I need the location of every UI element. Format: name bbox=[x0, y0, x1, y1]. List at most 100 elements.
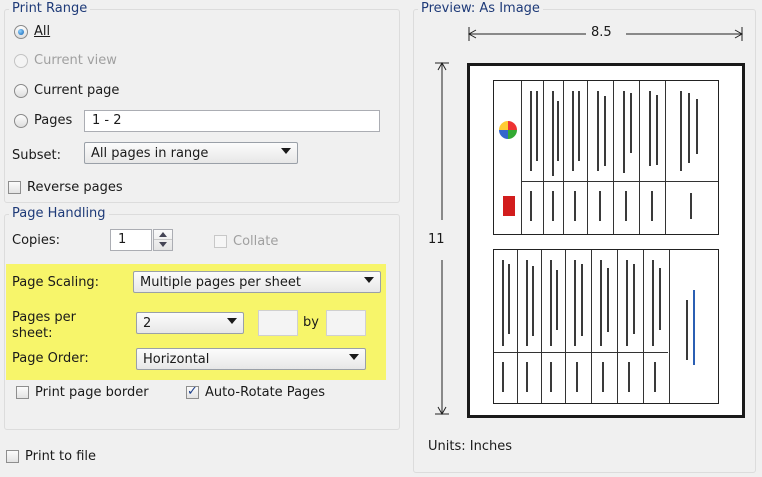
width-label: 8.5 bbox=[591, 25, 612, 40]
preview-text-line bbox=[602, 362, 604, 392]
auto-rotate-checkbox[interactable]: Auto-Rotate Pages bbox=[186, 384, 326, 400]
preview-text-line bbox=[502, 260, 504, 346]
radio-current-page[interactable]: Current page bbox=[14, 83, 119, 98]
preview-text-line bbox=[599, 191, 601, 221]
preview-col bbox=[644, 250, 670, 403]
preview-col bbox=[564, 81, 588, 234]
page-scaling-value: Multiple pages per sheet bbox=[140, 274, 301, 290]
preview-col bbox=[614, 81, 640, 234]
reports-logo-icon bbox=[499, 121, 517, 139]
preview-sheet bbox=[467, 63, 745, 418]
preview-text-line bbox=[656, 95, 658, 165]
copies-stepper[interactable] bbox=[153, 229, 173, 251]
collate-box bbox=[214, 235, 227, 248]
page-order-label: Page Order: bbox=[12, 351, 89, 366]
preview-text-line bbox=[552, 191, 554, 221]
print-to-file-label: Print to file bbox=[25, 449, 97, 464]
pages-per-sheet-label: Pages per sheet: bbox=[12, 310, 76, 341]
stepper-down-icon[interactable] bbox=[154, 240, 172, 250]
pages-per-sheet-custom-y bbox=[326, 310, 366, 336]
chevron-down-icon bbox=[349, 354, 359, 360]
preview-text-line bbox=[633, 264, 635, 334]
print-to-file-box[interactable] bbox=[6, 450, 19, 463]
radio-current-view-label: Current view bbox=[34, 53, 117, 68]
preview-col bbox=[588, 81, 614, 234]
preview-col bbox=[592, 250, 618, 403]
stepper-up-icon[interactable] bbox=[154, 230, 172, 240]
reverse-pages-label: Reverse pages bbox=[27, 180, 123, 195]
units-label: Units: Inches bbox=[428, 439, 512, 454]
collate-checkbox: Collate bbox=[214, 234, 278, 249]
radio-all-label: All bbox=[34, 24, 51, 39]
radio-current-view-button bbox=[14, 53, 28, 68]
width-dimension-arrow bbox=[467, 27, 744, 41]
radio-all[interactable]: All bbox=[14, 24, 50, 39]
pages-per-sheet-custom-x bbox=[258, 310, 298, 336]
auto-rotate-label: Auto-Rotate Pages bbox=[205, 385, 326, 400]
preview-text-line bbox=[556, 270, 558, 330]
preview-text-line bbox=[552, 91, 554, 176]
preview-text-line bbox=[574, 191, 576, 221]
radio-current-page-button[interactable] bbox=[14, 83, 28, 98]
preview-col bbox=[494, 250, 518, 403]
radio-pages-button[interactable] bbox=[14, 113, 28, 128]
preview-col bbox=[518, 250, 542, 403]
chevron-down-icon bbox=[227, 318, 237, 324]
preview-text-line bbox=[576, 362, 578, 392]
preview-text-line bbox=[686, 300, 688, 360]
preview-col bbox=[522, 81, 544, 234]
copies-input[interactable]: 1 bbox=[110, 229, 152, 251]
preview-text-line bbox=[600, 260, 602, 346]
preview-text-line bbox=[597, 91, 599, 171]
page-handling-title: Page Handling bbox=[9, 206, 109, 221]
preview-title: Preview: As Image bbox=[418, 1, 543, 16]
preview-text-line bbox=[530, 91, 532, 171]
print-to-file-checkbox[interactable]: Print to file bbox=[6, 449, 96, 464]
print-range-group: Print Range bbox=[4, 1, 400, 203]
preview-text-line bbox=[572, 91, 574, 171]
preview-text-line bbox=[626, 260, 628, 346]
reverse-pages-checkbox[interactable]: Reverse pages bbox=[8, 180, 123, 195]
preview-divider bbox=[522, 181, 718, 182]
preview-text-line bbox=[628, 362, 630, 392]
page-scaling-dropdown[interactable]: Multiple pages per sheet bbox=[133, 271, 381, 293]
preview-text-line bbox=[550, 362, 552, 392]
chevron-down-icon bbox=[364, 277, 374, 283]
preview-divider bbox=[494, 352, 668, 353]
print-page-border-box[interactable] bbox=[16, 386, 29, 399]
print-range-title: Print Range bbox=[9, 1, 91, 16]
radio-pages[interactable]: Pages bbox=[14, 113, 72, 128]
pages-range-input[interactable]: 1 - 2 bbox=[84, 110, 380, 132]
preview-text-line bbox=[623, 91, 625, 173]
preview-col bbox=[542, 250, 566, 403]
preview-text-line bbox=[530, 191, 532, 221]
preview-text-line bbox=[693, 290, 695, 365]
preview-page-1 bbox=[493, 80, 719, 235]
page-scaling-label: Page Scaling: bbox=[12, 275, 100, 290]
radio-current-page-label: Current page bbox=[34, 83, 120, 98]
preview-text-line bbox=[652, 260, 654, 346]
preview-text-line bbox=[659, 268, 661, 330]
auto-rotate-box[interactable] bbox=[186, 384, 199, 399]
tlc-logo-icon bbox=[503, 196, 515, 216]
chevron-down-icon bbox=[281, 148, 291, 154]
page-order-dropdown[interactable]: Horizontal bbox=[136, 348, 366, 370]
radio-all-button[interactable] bbox=[14, 24, 28, 39]
subset-dropdown[interactable]: All pages in range bbox=[84, 142, 298, 164]
reverse-pages-box[interactable] bbox=[8, 181, 21, 194]
print-page-border-checkbox[interactable]: Print page border bbox=[16, 385, 149, 400]
preview-text-line bbox=[536, 91, 538, 161]
pages-per-sheet-dropdown[interactable]: 2 bbox=[136, 312, 244, 334]
preview-text-line bbox=[604, 96, 606, 166]
preview-text-line bbox=[688, 93, 690, 163]
preview-text-line bbox=[526, 362, 528, 392]
preview-text-line bbox=[630, 93, 632, 153]
preview-text-line bbox=[550, 260, 552, 346]
print-page-border-label: Print page border bbox=[35, 385, 149, 400]
preview-text-line bbox=[651, 191, 653, 221]
radio-current-view: Current view bbox=[14, 53, 117, 68]
preview-col bbox=[666, 81, 718, 234]
radio-pages-label: Pages bbox=[34, 113, 73, 128]
preview-text-line bbox=[607, 268, 609, 332]
preview-col bbox=[544, 81, 564, 234]
